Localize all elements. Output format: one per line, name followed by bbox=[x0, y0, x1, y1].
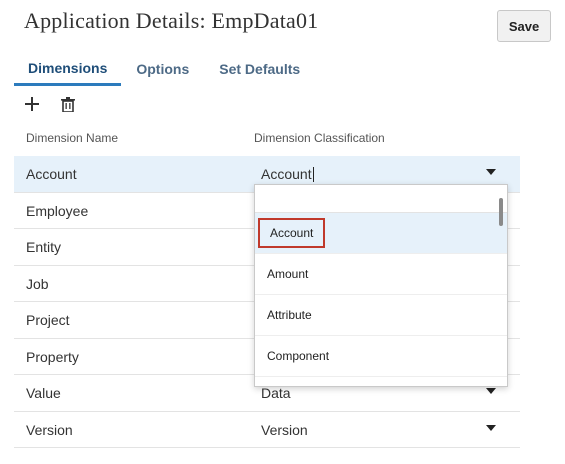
dimension-name-cell: Project bbox=[26, 312, 70, 328]
text-cursor bbox=[312, 166, 314, 182]
table-row[interactable]: Version Version bbox=[14, 412, 520, 448]
classification-dropdown: Account Amount Attribute Component bbox=[254, 184, 508, 387]
dropdown-scrollbar[interactable] bbox=[499, 198, 503, 226]
classification-value: Account bbox=[261, 166, 312, 182]
dropdown-search-input[interactable] bbox=[255, 185, 507, 213]
tab-set-defaults[interactable]: Set Defaults bbox=[204, 52, 315, 86]
tab-dimensions[interactable]: Dimensions bbox=[14, 52, 122, 86]
dimension-name-cell: Job bbox=[26, 275, 49, 292]
chevron-down-icon[interactable] bbox=[486, 424, 496, 431]
chevron-down-icon[interactable] bbox=[486, 169, 496, 175]
chevron-down-icon[interactable] bbox=[486, 388, 496, 394]
dimension-name-cell: Value bbox=[26, 385, 61, 401]
application-details-page: Application Details: EmpData01 Save Dime… bbox=[0, 0, 565, 464]
dimension-name-cell: Property bbox=[26, 348, 79, 365]
dimension-name-cell: Entity bbox=[26, 239, 62, 255]
dropdown-option-attribute[interactable]: Attribute bbox=[255, 295, 507, 336]
option-label: Account bbox=[258, 218, 326, 248]
dimension-name-cell: Employee bbox=[26, 202, 89, 219]
classification-select[interactable]: Version bbox=[261, 412, 308, 448]
dropdown-option-amount[interactable]: Amount bbox=[255, 254, 507, 295]
dimension-name-cell: Account bbox=[26, 166, 77, 182]
page-title: Application Details: EmpData01 bbox=[24, 8, 319, 33]
column-header-dimension-name: Dimension Name bbox=[26, 131, 119, 145]
tab-options[interactable]: Options bbox=[121, 52, 204, 86]
dropdown-option-account[interactable]: Account bbox=[255, 213, 507, 254]
save-button[interactable]: Save bbox=[497, 10, 551, 42]
dimension-name-cell: Version bbox=[26, 421, 73, 438]
plus-icon[interactable] bbox=[22, 94, 42, 114]
trash-icon[interactable] bbox=[58, 94, 78, 114]
grid-toolbar bbox=[22, 94, 78, 114]
dropdown-option-component[interactable]: Component bbox=[255, 336, 507, 377]
column-header-dimension-classification: Dimension Classification bbox=[254, 131, 385, 145]
tab-bar: Dimensions Options Set Defaults bbox=[14, 52, 315, 86]
